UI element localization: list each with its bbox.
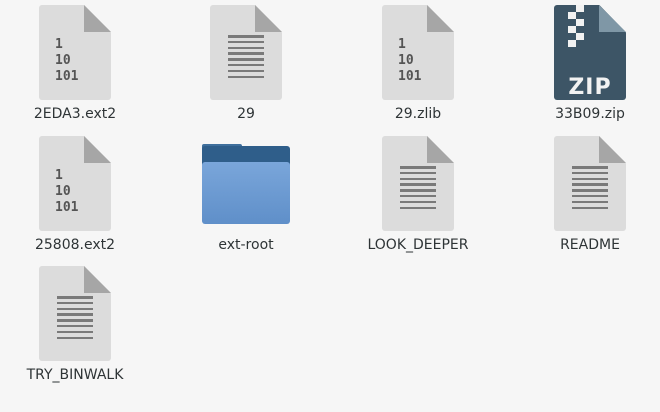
binary-file-icon: 1 10 101 bbox=[382, 5, 454, 103]
file-item[interactable]: 1 10 101 29.zlib bbox=[338, 5, 498, 123]
file-name: 2EDA3.ext2 bbox=[33, 106, 117, 122]
file-name: README bbox=[560, 237, 620, 253]
file-name: LOOK_DEEPER bbox=[367, 237, 469, 253]
file-item[interactable]: 1 10 101 2EDA3.ext2 bbox=[0, 5, 155, 123]
file-name: 25808.ext2 bbox=[34, 237, 116, 253]
text-file-icon bbox=[39, 266, 111, 364]
zip-label: ZIP bbox=[568, 75, 612, 100]
file-name: TRY_BINWALK bbox=[26, 367, 124, 383]
text-file-icon bbox=[554, 136, 626, 234]
binary-file-icon: 1 10 101 bbox=[39, 136, 111, 234]
zip-archive-icon: ZIP bbox=[554, 5, 626, 103]
text-file-icon bbox=[382, 136, 454, 234]
folder-icon bbox=[202, 136, 290, 234]
file-item[interactable]: 1 10 101 25808.ext2 bbox=[0, 136, 155, 254]
file-item[interactable]: ext-root bbox=[166, 136, 326, 254]
binary-file-icon: 1 10 101 bbox=[39, 5, 111, 103]
file-item[interactable]: TRY_BINWALK bbox=[0, 266, 155, 384]
file-name: 33B09.zip bbox=[555, 106, 625, 122]
file-item[interactable]: 29 bbox=[166, 5, 326, 123]
file-item[interactable]: ZIP 33B09.zip bbox=[510, 5, 660, 123]
file-item[interactable]: LOOK_DEEPER bbox=[338, 136, 498, 254]
file-name: 29.zlib bbox=[394, 106, 442, 122]
file-name: 29 bbox=[237, 106, 255, 122]
text-file-icon bbox=[210, 5, 282, 103]
file-item[interactable]: README bbox=[510, 136, 660, 254]
file-name: ext-root bbox=[218, 237, 274, 253]
